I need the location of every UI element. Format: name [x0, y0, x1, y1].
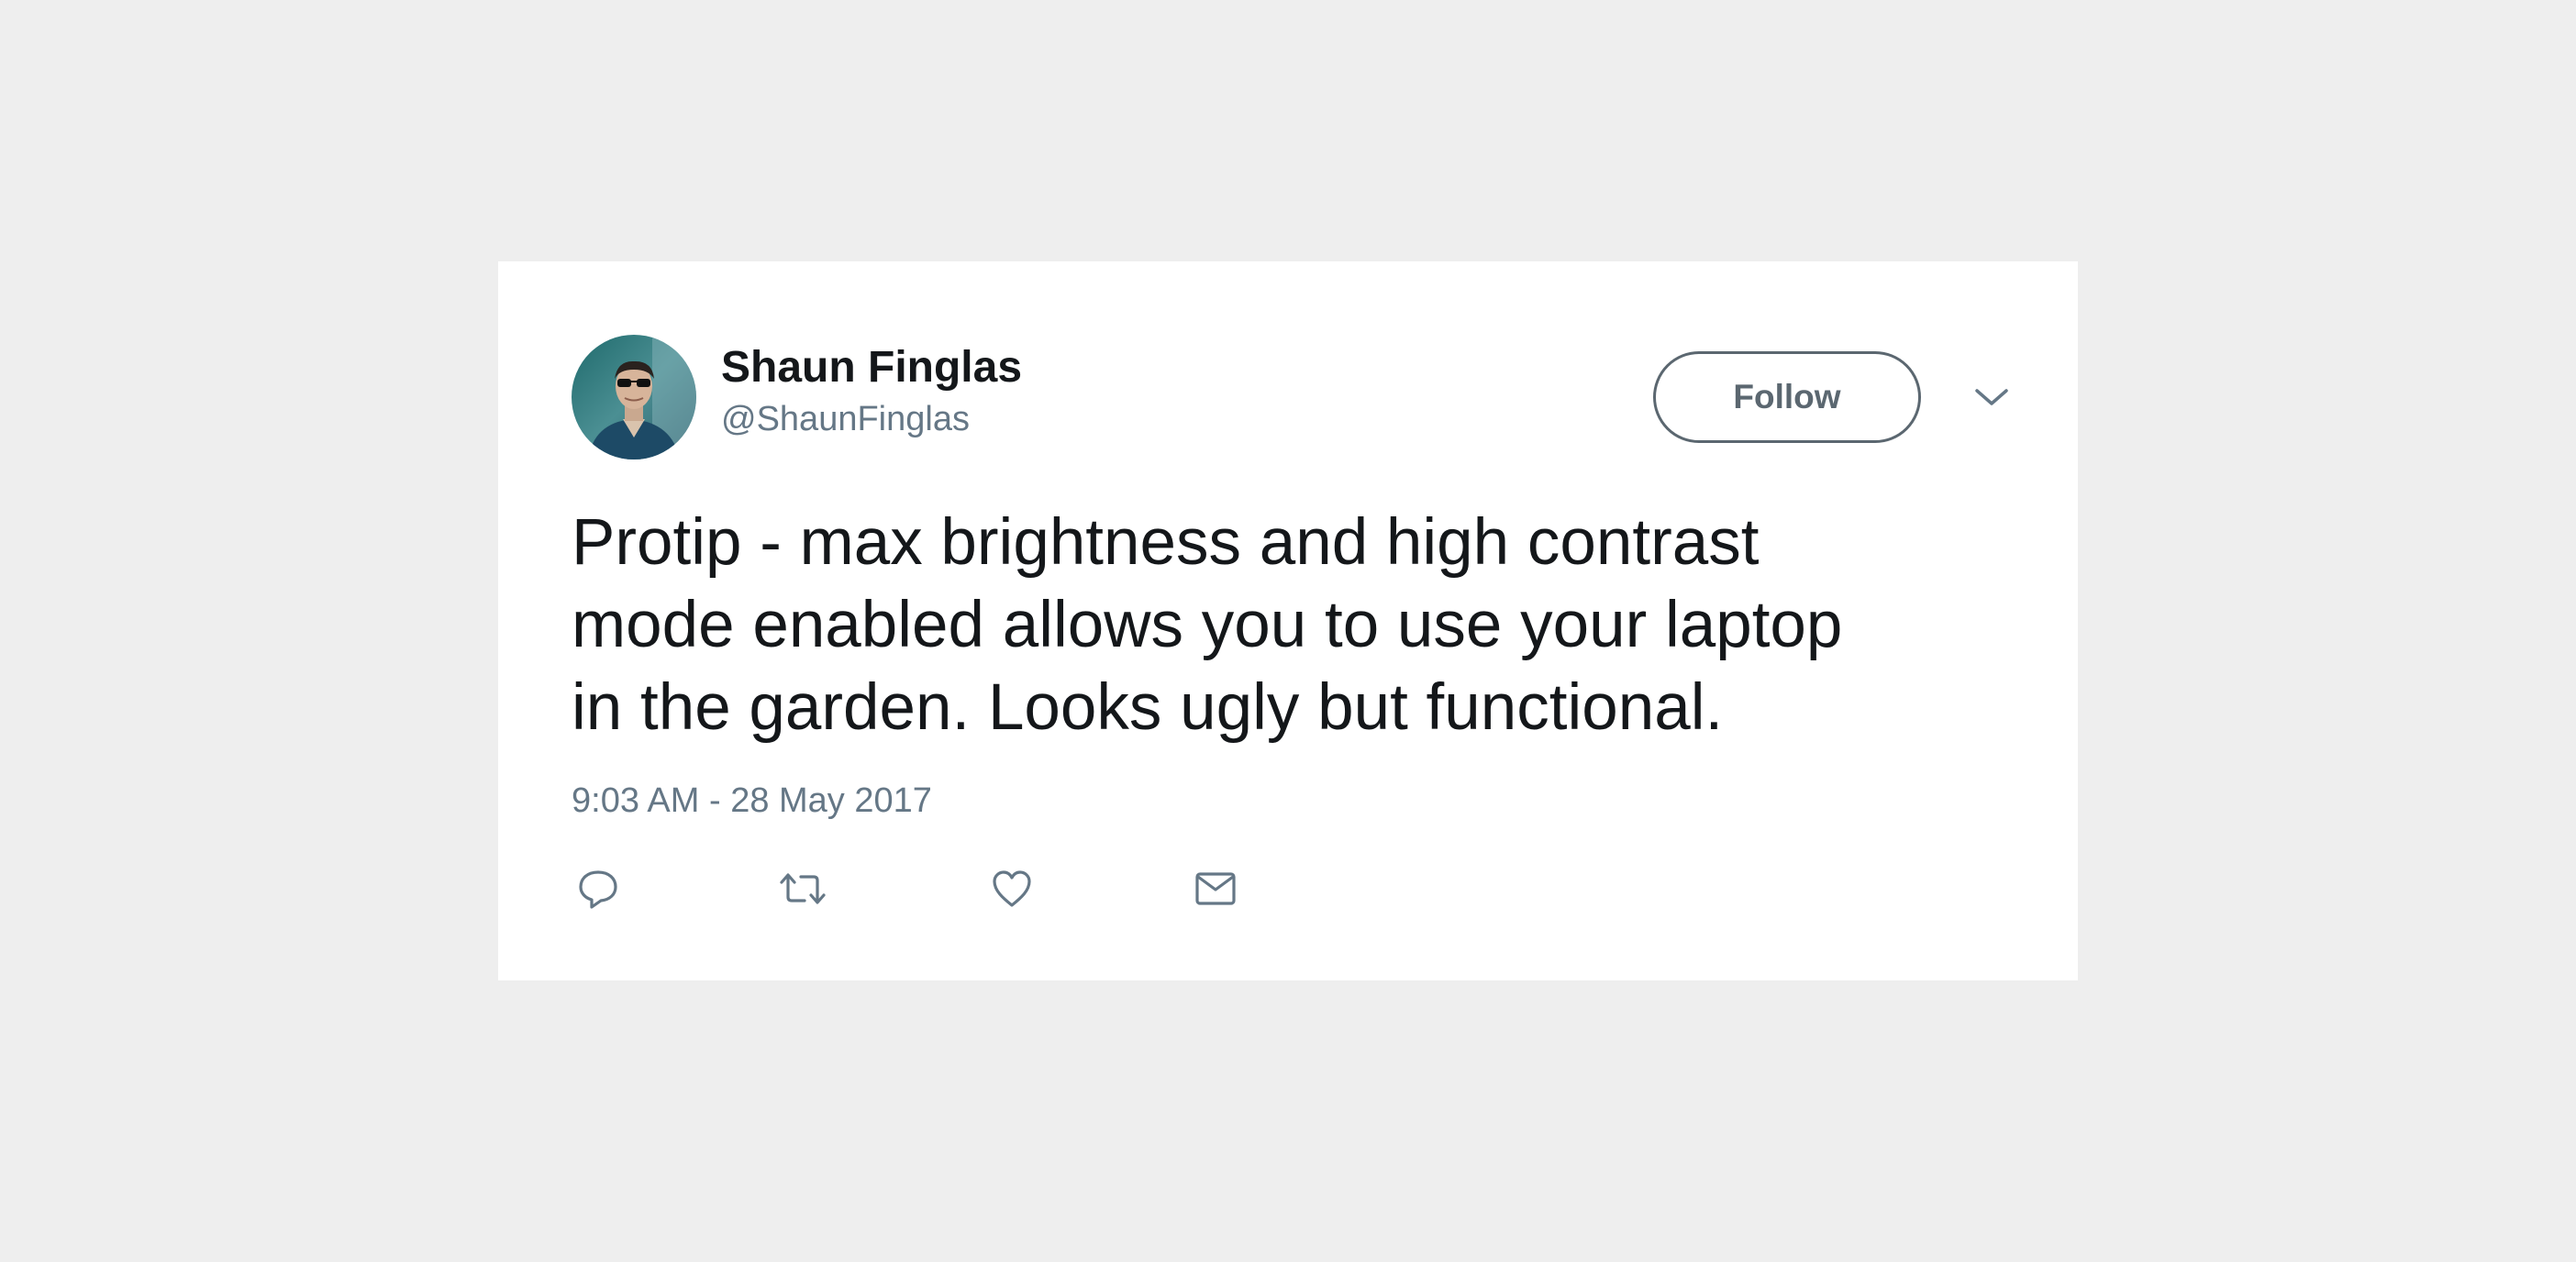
page: Shaun Finglas @ShaunFinglas Follow Proti… [0, 0, 2576, 1262]
retweet-button[interactable] [777, 863, 828, 914]
more-options-button[interactable] [1966, 371, 2017, 423]
envelope-icon [1195, 872, 1236, 905]
follow-button[interactable]: Follow [1653, 351, 1921, 443]
avatar-image [572, 335, 696, 459]
like-button[interactable] [986, 863, 1038, 914]
reply-button[interactable] [572, 863, 624, 914]
tweet-card: Shaun Finglas @ShaunFinglas Follow Proti… [498, 261, 2078, 980]
avatar[interactable] [572, 335, 696, 459]
tweet-text: Protip - max brightness and high contras… [572, 506, 1843, 744]
retweet-icon [780, 873, 826, 904]
author-handle[interactable]: @ShaunFinglas [721, 400, 970, 439]
chevron-down-icon [1975, 389, 2008, 405]
heart-icon [993, 870, 1031, 907]
reply-icon [579, 870, 617, 909]
author-display-name[interactable]: Shaun Finglas [721, 342, 1022, 393]
direct-message-button[interactable] [1190, 863, 1241, 914]
tweet-timestamp[interactable]: 9:03 AM - 28 May 2017 [572, 781, 932, 821]
